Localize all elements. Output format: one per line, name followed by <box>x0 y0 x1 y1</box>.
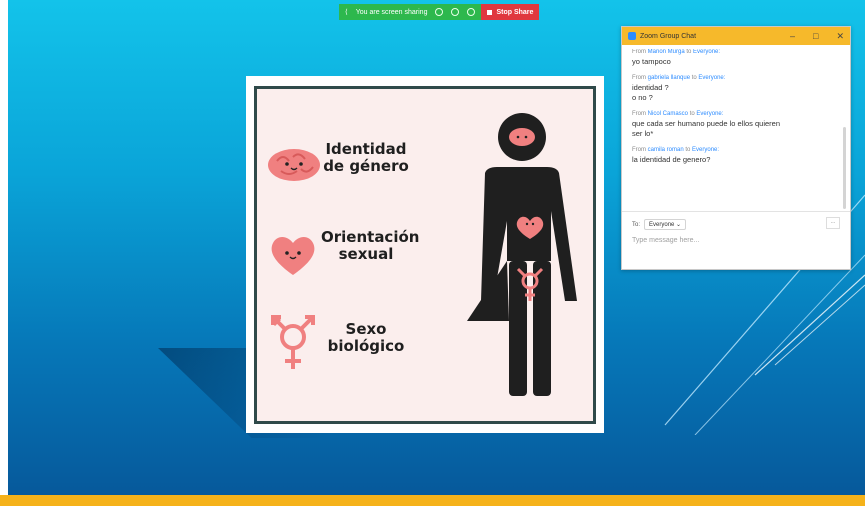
chat-title-bar[interactable]: Zoom Group Chat – □ ✕ <box>622 27 850 45</box>
presentation-slide: Identidad de género Orientación sexual S… <box>246 76 604 433</box>
chat-message-input[interactable]: Type message here... <box>632 237 699 244</box>
to-word: to <box>689 111 695 117</box>
label-line: sexual <box>338 245 394 263</box>
chat-message: From Nicol Camasco to Everyone: que cada… <box>632 111 836 139</box>
message-meta: From Marion Murga to Everyone: <box>632 49 836 55</box>
sender-name[interactable]: Nicol Camasco <box>648 111 688 117</box>
share-status-bar[interactable]: ⟨ You are screen sharing <box>339 4 482 20</box>
to-label: To: <box>632 221 641 228</box>
chat-message-list: From Marion Murga to Everyone: yo tampoc… <box>632 49 836 209</box>
message-text: ser lo* <box>632 129 654 138</box>
sender-name[interactable]: camila roman <box>648 147 684 153</box>
recipient-select[interactable]: Everyone ⌄ <box>644 219 687 230</box>
message-text: yo tampoco <box>632 57 671 66</box>
pause-icon[interactable] <box>435 8 444 16</box>
recipient-name: Everyone: <box>693 49 721 55</box>
recipient-select-value: Everyone <box>649 222 675 228</box>
transgender-symbol-icon <box>271 315 315 369</box>
person-figure-illustration <box>467 113 577 396</box>
brain-icon <box>268 149 320 181</box>
recipient-name: Everyone: <box>698 75 726 81</box>
chat-message: From Marion Murga to Everyone: yo tampoc… <box>632 49 836 67</box>
message-meta: From gabriela llanque to Everyone: <box>632 75 836 81</box>
chevron-down-icon: ⌄ <box>676 222 682 228</box>
label-line: biológico <box>327 337 405 355</box>
row-label: Sexo biológico <box>321 321 411 355</box>
share-toolbar: ⟨ You are screen sharing Stop Share <box>339 4 540 20</box>
from-prefix: From <box>632 147 646 153</box>
sender-name[interactable]: Marion Murga <box>648 49 685 55</box>
chat-more-button[interactable]: ... <box>826 217 840 229</box>
close-icon[interactable]: ✕ <box>836 31 844 42</box>
to-word: to <box>691 75 697 81</box>
share-status-text: You are screen sharing <box>355 8 428 16</box>
row-gender-identity: Identidad de género <box>257 141 417 211</box>
to-word: to <box>686 49 692 55</box>
stop-icon <box>487 9 493 15</box>
heart-icon <box>271 237 315 275</box>
recipient-name: Everyone: <box>696 111 724 117</box>
message-text: identidad ? <box>632 83 669 92</box>
share-arrow-icon: ⟨ <box>345 9 348 16</box>
chat-window: Zoom Group Chat – □ ✕ From Marion Murga … <box>621 26 851 270</box>
from-prefix: From <box>632 111 646 117</box>
to-word: to <box>685 147 691 153</box>
stop-share-button[interactable]: Stop Share <box>481 4 540 20</box>
sender-name[interactable]: gabriela llanque <box>648 75 690 81</box>
message-text: la identidad de genero? <box>632 155 711 164</box>
label-line: Identidad <box>325 140 407 158</box>
zoom-logo-icon <box>628 32 636 40</box>
recipient-name: Everyone: <box>692 147 720 153</box>
message-text: o no ? <box>632 93 653 102</box>
chat-recipient-row: To: Everyone ⌄ <box>632 219 687 230</box>
chat-divider <box>622 211 850 212</box>
chat-message: From camila roman to Everyone: la identi… <box>632 147 836 165</box>
stop-share-label: Stop Share <box>496 8 534 16</box>
label-line: de género <box>323 157 409 175</box>
row-biological-sex: Sexo biológico <box>257 313 417 383</box>
message-text: que cada ser humano puede lo ellos quier… <box>632 119 781 128</box>
row-sexual-orientation: Orientación sexual <box>257 228 420 299</box>
message-meta: From Nicol Camasco to Everyone: <box>632 111 836 117</box>
slide-card: Identidad de género Orientación sexual S… <box>254 86 596 424</box>
label-line: Sexo <box>345 320 387 338</box>
row-label: Identidad de género <box>321 141 411 175</box>
more-icon[interactable] <box>467 8 476 16</box>
chat-title: Zoom Group Chat <box>640 32 697 40</box>
from-prefix: From <box>632 49 646 55</box>
row-label: Orientación sexual <box>321 228 420 263</box>
label-line: Orientación <box>321 228 420 246</box>
maximize-icon[interactable]: □ <box>813 31 818 42</box>
from-prefix: From <box>632 75 646 81</box>
bottom-accent-band <box>0 495 865 506</box>
chat-scrollbar[interactable] <box>843 127 846 209</box>
message-meta: From camila roman to Everyone: <box>632 147 836 153</box>
chat-message: From gabriela llanque to Everyone: ident… <box>632 75 836 103</box>
annotate-icon[interactable] <box>451 8 460 16</box>
minimize-icon[interactable]: – <box>790 31 795 42</box>
